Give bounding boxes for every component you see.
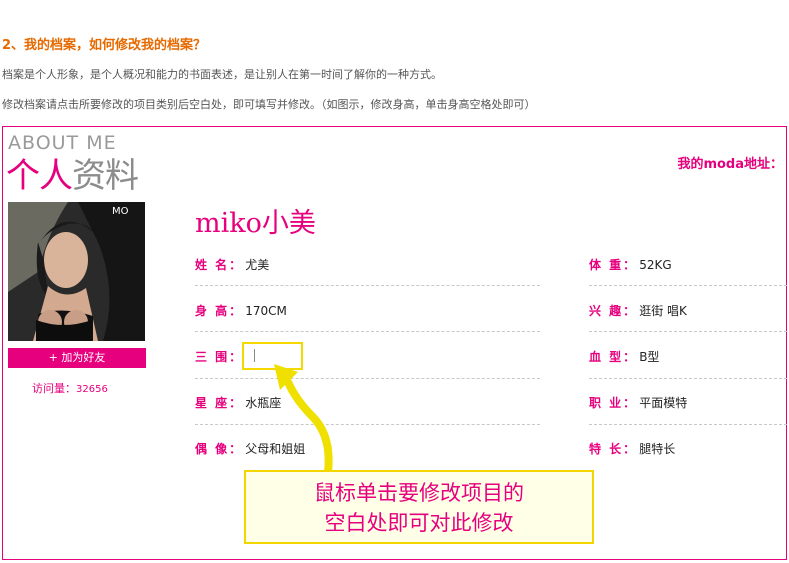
profile-title: 个人资料 [6, 148, 139, 197]
profile-title-pink: 个人 [6, 156, 73, 196]
faq-description-line1: 档案是个人形象，是个人概况和能力的书面表述，是让别人在第一时间了解你的一种方式。 [2, 68, 442, 81]
callout-line1: 鼠标单击要修改项目的 [314, 481, 524, 505]
field-value[interactable]: 平面模特 [639, 396, 687, 410]
field-value[interactable]: 52KG [639, 258, 671, 272]
field-label: 职 业： [589, 396, 638, 410]
visit-count-value: 32656 [76, 384, 108, 395]
svg-text:MO: MO [112, 206, 129, 217]
field-label: 身 高： [195, 304, 244, 318]
field-value[interactable]: 尤美 [245, 258, 269, 272]
field-label: 体 重： [589, 258, 638, 272]
field-label: 三 围： [195, 350, 244, 364]
profile-title-gray: 资料 [72, 156, 139, 196]
row-divider [195, 378, 540, 379]
row-divider [195, 331, 540, 332]
field-row-interests[interactable]: 兴 趣： 逛街 唱K [589, 302, 687, 319]
row-divider [589, 331, 787, 332]
avatar-photo: MO [8, 202, 145, 341]
field-row-height[interactable]: 身 高： 170CM [195, 302, 287, 319]
arrow-annotation-icon [274, 364, 333, 476]
field-label: 兴 趣： [589, 304, 638, 318]
field-value[interactable]: B型 [639, 350, 659, 364]
row-divider [589, 378, 787, 379]
add-friend-button[interactable]: + 加为好友 [8, 348, 146, 368]
row-divider [195, 285, 540, 286]
faq-title: 2、我的档案，如何修改我的档案？ [2, 38, 207, 53]
row-divider [589, 285, 787, 286]
visit-count: 访问量：32656 [32, 380, 108, 396]
user-name: miko小美 [195, 208, 316, 239]
moda-address-link[interactable]: 我的moda地址： [677, 153, 783, 172]
field-label: 特 长： [589, 442, 638, 456]
field-row-blood-type[interactable]: 血 型： B型 [589, 348, 659, 365]
field-label: 偶 像： [195, 442, 244, 456]
avatar-illustration: MO [8, 202, 145, 341]
field-value[interactable]: 170CM [245, 304, 287, 318]
row-divider [589, 424, 787, 425]
visit-count-label: 访问量： [32, 382, 76, 395]
text-caret [254, 349, 255, 362]
field-row-occupation[interactable]: 职 业： 平面模特 [589, 394, 687, 411]
field-value[interactable]: 腿特长 [639, 442, 675, 456]
field-value[interactable]: 逛街 唱K [639, 304, 687, 318]
field-row-weight[interactable]: 体 重： 52KG [589, 256, 672, 273]
field-label: 姓 名： [195, 258, 244, 272]
field-row-measurements[interactable]: 三 围： [195, 348, 243, 365]
row-divider [195, 424, 540, 425]
faq-description-line2: 修改档案请点击所要修改的项目类别后空白处，即可填写并修改。（如图示，修改身高，单… [2, 98, 536, 111]
field-row-name[interactable]: 姓 名： 尤美 [195, 256, 269, 273]
field-label: 星 座： [195, 396, 244, 410]
field-row-specialty[interactable]: 特 长： 腿特长 [589, 440, 675, 457]
field-label: 血 型： [589, 350, 638, 364]
instruction-callout: 鼠标单击要修改项目的 空白处即可对此修改 [244, 470, 594, 544]
callout-line2: 空白处即可对此修改 [324, 511, 514, 535]
